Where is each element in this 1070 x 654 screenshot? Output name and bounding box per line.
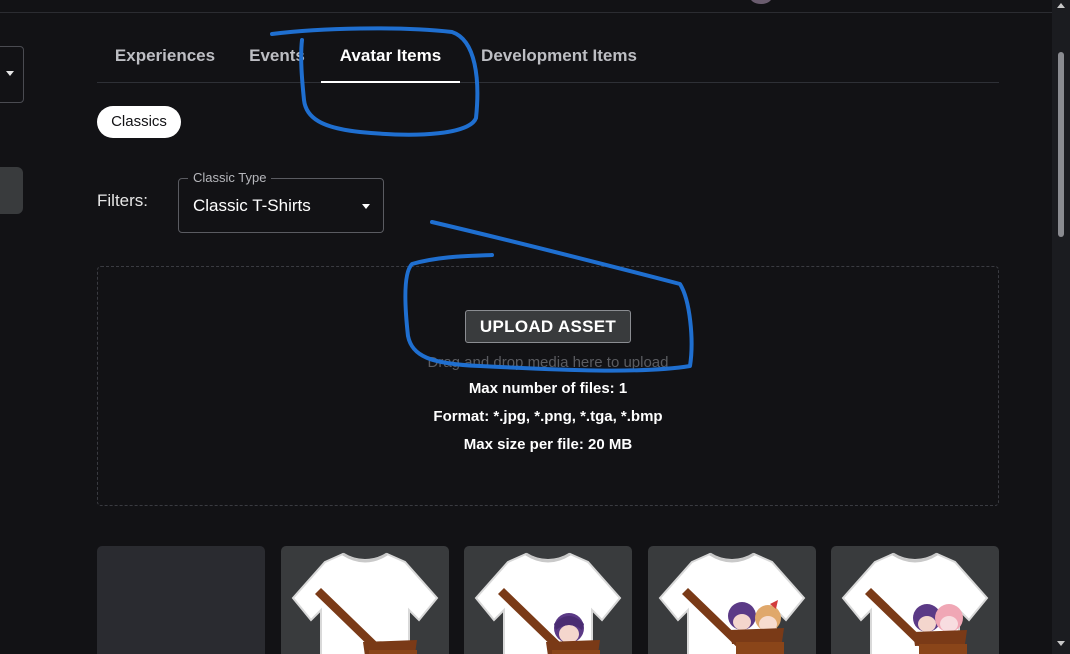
tshirt-thumbnail <box>474 552 622 654</box>
chevron-down-icon <box>6 71 14 76</box>
category-chip-classics[interactable]: Classics <box>97 106 181 138</box>
upload-dropzone[interactable]: UPLOAD ASSET Drag and drop media here to… <box>97 266 999 506</box>
tshirt-thumbnail <box>841 552 989 654</box>
max-size-text: Max size per file: 20 MB <box>463 436 633 453</box>
asset-tile-placeholder[interactable] <box>97 546 265 654</box>
formats-text: Format: *.jpg, *.png, *.tga, *.bmp <box>433 408 663 425</box>
left-nav-dropdown[interactable] <box>0 46 24 103</box>
tab-avatar-items[interactable]: Avatar Items <box>321 32 460 83</box>
tab-experiences[interactable]: Experiences <box>113 32 217 81</box>
tshirt-thumbnail <box>658 552 806 654</box>
classic-type-value: Classic T-Shirts <box>193 196 311 215</box>
top-divider <box>0 12 1052 13</box>
classic-type-legend: Classic Type <box>188 170 272 186</box>
max-files-text: Max number of files: 1 <box>468 380 628 397</box>
asset-tile[interactable] <box>648 546 816 654</box>
tshirt-thumbnail <box>291 552 439 654</box>
asset-tile[interactable] <box>281 546 449 654</box>
asset-grid <box>97 546 999 654</box>
page: Experiences Events Avatar Items Developm… <box>0 0 1070 654</box>
drop-hint-text: Drag and drop media here to upload <box>427 354 669 371</box>
classic-type-select[interactable]: Classic Type Classic T-Shirts <box>178 170 384 233</box>
dropdown-caret-icon <box>362 204 370 209</box>
scroll-down-arrow-icon[interactable] <box>1057 641 1065 646</box>
vertical-scrollbar[interactable] <box>1052 0 1070 654</box>
tab-development-items[interactable]: Development Items <box>476 32 642 81</box>
scrollbar-thumb[interactable] <box>1058 52 1064 237</box>
asset-tile[interactable] <box>831 546 999 654</box>
tab-events[interactable]: Events <box>248 32 306 81</box>
scroll-up-arrow-icon[interactable] <box>1057 3 1065 8</box>
avatar[interactable] <box>750 0 772 4</box>
asset-tile[interactable] <box>464 546 632 654</box>
filters-label: Filters: <box>97 191 148 210</box>
tab-bar: Experiences Events Avatar Items Developm… <box>97 32 999 83</box>
left-nav-selected-item[interactable] <box>0 167 23 214</box>
upload-asset-button[interactable]: UPLOAD ASSET <box>465 310 631 343</box>
